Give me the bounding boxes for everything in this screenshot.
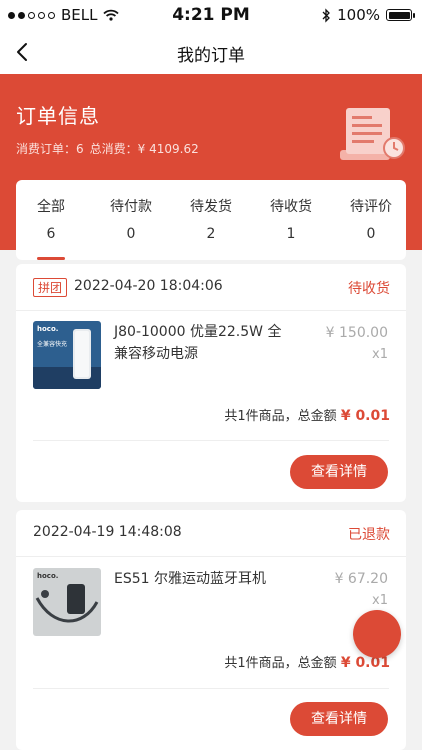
order-header: 拼团 2022-04-20 18:04:06 待收货 bbox=[16, 264, 406, 311]
order-header: 2022-04-19 14:48:08 已退款 bbox=[16, 510, 406, 557]
battery-percent: 100% bbox=[337, 6, 380, 24]
status-right: 100% bbox=[322, 6, 415, 24]
tab-label: 待收货 bbox=[270, 199, 312, 215]
divider bbox=[33, 688, 389, 689]
product-name[interactable]: J80-10000 优量22.5W 全兼容移动电源 bbox=[114, 321, 294, 365]
earphones-image: hoco. bbox=[33, 568, 101, 636]
orders-count-text: 消费订单：6 bbox=[16, 142, 84, 156]
total-amount: ¥ 0.01 bbox=[340, 655, 390, 671]
product-thumbnail[interactable]: hoco. bbox=[33, 568, 101, 636]
status-bar: BELL 4:21 PM 100% bbox=[0, 0, 422, 30]
power-bank-image: hoco. 全兼容快充 bbox=[33, 321, 101, 389]
divider bbox=[33, 440, 389, 441]
total-amount: ¥ 0.01 bbox=[340, 408, 390, 424]
order-status-tabs: 全部 6 待付款 0 待发货 2 待收货 1 待评价 0 bbox=[16, 180, 406, 260]
tab-label: 待评价 bbox=[350, 199, 392, 215]
tab-pending-review[interactable]: 待评价 0 bbox=[336, 180, 406, 260]
tab-label: 待发货 bbox=[190, 199, 232, 215]
order-date: 2022-04-19 14:48:08 bbox=[33, 524, 182, 540]
receipt-illustration-icon bbox=[340, 108, 405, 160]
battery-icon bbox=[386, 9, 415, 21]
bluetooth-icon bbox=[322, 7, 331, 23]
tab-label: 待付款 bbox=[110, 199, 152, 215]
group-buy-badge: 拼团 bbox=[33, 278, 68, 297]
summary-stats: 消费订单：6 总消费：¥ 4109.62 bbox=[16, 140, 199, 157]
tab-count: 0 bbox=[126, 226, 136, 242]
view-details-button[interactable]: 查看详情 bbox=[290, 702, 388, 736]
total-spend-text: 总消费：¥ 4109.62 bbox=[89, 142, 199, 156]
total-label: 共1件商品，总金额 bbox=[224, 409, 337, 424]
order-date: 2022-04-20 18:04:06 bbox=[74, 278, 223, 294]
product-price: ¥ 150.00 bbox=[325, 325, 388, 341]
product-thumbnail[interactable]: hoco. 全兼容快充 bbox=[33, 321, 101, 389]
order-card: 2022-04-19 14:48:08 已退款 hoco. ES51 尔雅运动蓝… bbox=[16, 510, 406, 750]
tab-all[interactable]: 全部 6 bbox=[16, 180, 86, 260]
floating-action-button[interactable] bbox=[353, 610, 401, 658]
tab-pending-shipment[interactable]: 待发货 2 bbox=[176, 180, 246, 260]
view-details-button[interactable]: 查看详情 bbox=[290, 455, 388, 489]
tab-count: 0 bbox=[366, 226, 376, 242]
order-status: 待收货 bbox=[348, 281, 390, 297]
product-name[interactable]: ES51 尔雅运动蓝牙耳机 bbox=[114, 568, 294, 590]
tab-count: 1 bbox=[286, 226, 296, 242]
svg-text:hoco.: hoco. bbox=[37, 325, 58, 333]
active-tab-indicator bbox=[37, 257, 65, 260]
svg-text:hoco.: hoco. bbox=[37, 572, 58, 580]
tab-count: 2 bbox=[206, 226, 216, 242]
product-quantity: x1 bbox=[372, 347, 388, 362]
summary-title: 订单信息 bbox=[16, 104, 100, 128]
nav-bar: 我的订单 bbox=[0, 30, 422, 74]
tab-label: 全部 bbox=[37, 199, 65, 215]
total-label: 共1件商品，总金额 bbox=[224, 656, 337, 671]
page-title: 我的订单 bbox=[177, 46, 245, 66]
tab-pending-receipt[interactable]: 待收货 1 bbox=[256, 180, 326, 260]
product-quantity: x1 bbox=[372, 593, 388, 608]
tab-pending-payment[interactable]: 待付款 0 bbox=[96, 180, 166, 260]
product-price: ¥ 67.20 bbox=[334, 571, 388, 587]
tab-count: 6 bbox=[46, 226, 56, 242]
order-total: 共1件商品，总金额 ¥ 0.01 bbox=[224, 405, 390, 424]
order-card: 拼团 2022-04-20 18:04:06 待收货 hoco. 全兼容快充 J… bbox=[16, 264, 406, 502]
svg-text:全兼容快充: 全兼容快充 bbox=[37, 340, 67, 348]
order-status: 已退款 bbox=[348, 527, 390, 543]
